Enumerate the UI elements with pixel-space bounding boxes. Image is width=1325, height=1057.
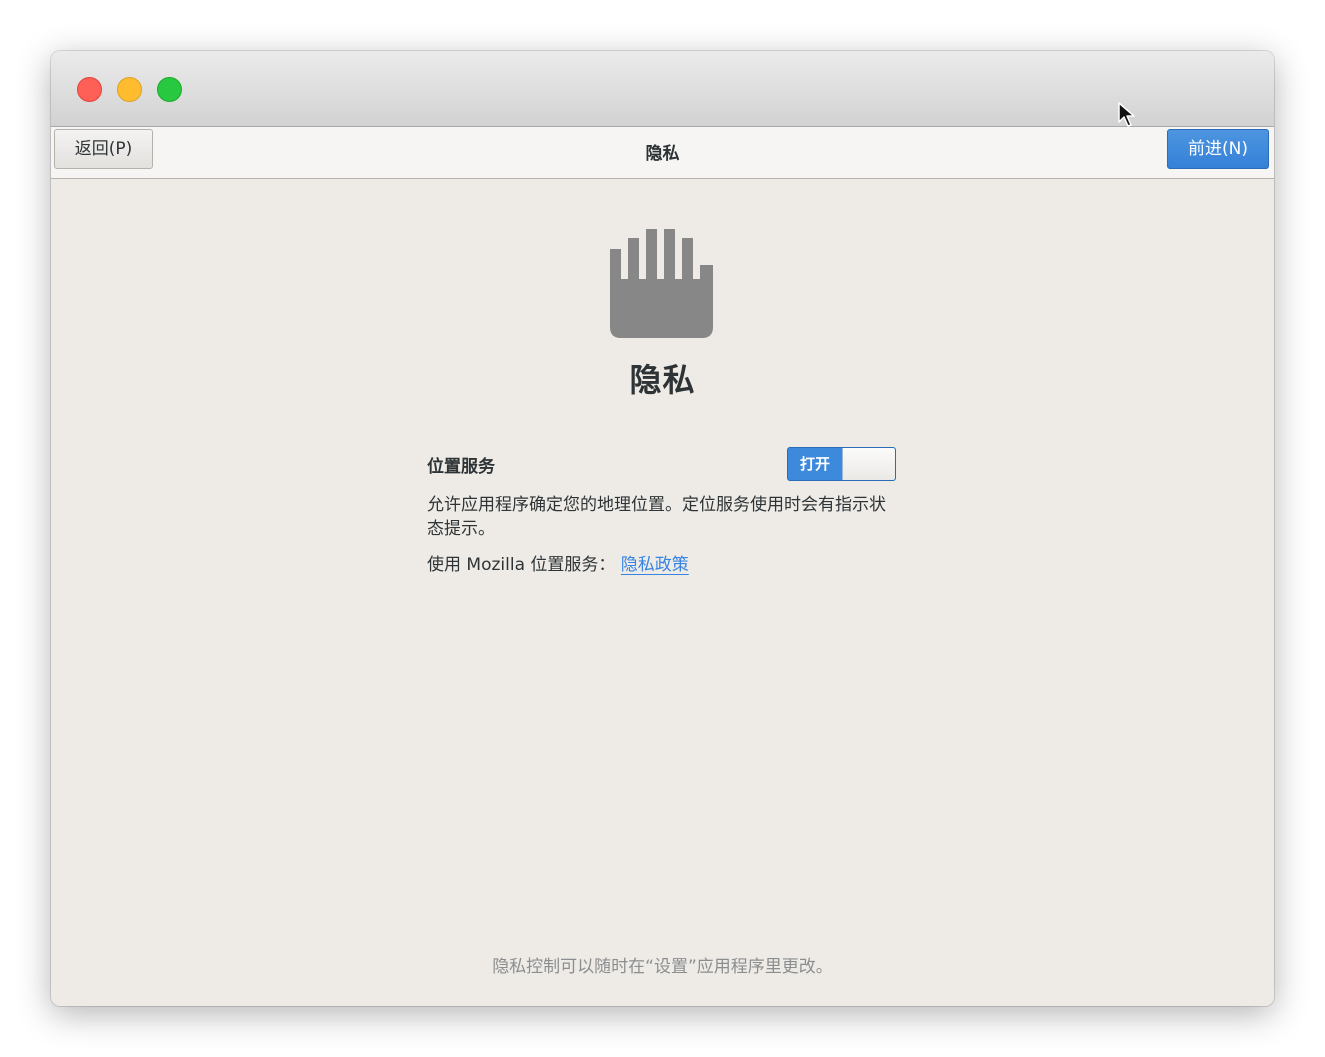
header-bar: 返回(P) 隐私 前进(N) (51, 127, 1274, 179)
privacy-setup-window: 返回(P) 隐私 前进(N) 隐私 位置服务 打开 允许应用程序确定您的地理位置… (51, 51, 1274, 1006)
toggle-state-label: 打开 (799, 455, 830, 473)
maximize-window-button[interactable] (157, 77, 182, 102)
header-title: 隐私 (645, 144, 680, 164)
next-button[interactable]: 前进(N) (1167, 129, 1269, 169)
privacy-footer-note: 隐私控制可以随时在“设置”应用程序里更改。 (492, 957, 833, 977)
window-titlebar[interactable] (51, 51, 1274, 127)
location-services-description: 允许应用程序确定您的地理位置。定位服务使用时会有指示状态提示。 (427, 495, 886, 539)
hand-icon (610, 229, 713, 338)
location-services-label: 位置服务 (427, 457, 495, 477)
privacy-policy-link[interactable]: 隐私政策 (621, 555, 689, 575)
location-provider-line: 使用 Mozilla 位置服务： 隐私政策 (427, 553, 689, 577)
toggle-knob[interactable] (842, 448, 895, 480)
location-provider-text: 使用 Mozilla 位置服务： (427, 555, 616, 575)
page-title: 隐私 (629, 361, 696, 399)
close-window-button[interactable] (77, 77, 102, 102)
minimize-window-button[interactable] (117, 77, 142, 102)
mouse-pointer-icon (1118, 102, 1135, 127)
location-services-toggle[interactable]: 打开 (787, 447, 896, 481)
